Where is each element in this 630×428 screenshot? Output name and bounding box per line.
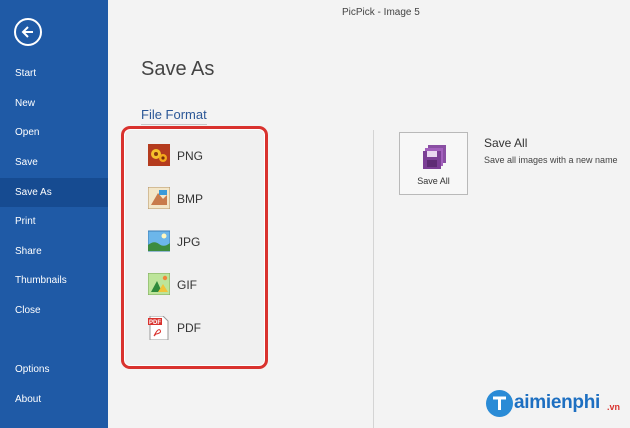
file-format-list: PNG BMP JPG GIF PDF PDF bbox=[121, 126, 268, 369]
sidebar: Start New Open Save Save As Print Share … bbox=[0, 0, 108, 428]
sidebar-item-new[interactable]: New bbox=[0, 89, 108, 118]
gif-icon bbox=[147, 272, 171, 296]
sidebar-item-thumbnails[interactable]: Thumbnails bbox=[0, 266, 108, 295]
sidebar-item-options[interactable]: Options bbox=[0, 355, 108, 384]
sidebar-item-save-as[interactable]: Save As bbox=[0, 178, 108, 207]
sidebar-item-about[interactable]: About bbox=[0, 385, 108, 414]
format-label-bmp: BMP bbox=[177, 192, 204, 206]
format-label-png: PNG bbox=[177, 149, 204, 163]
sidebar-item-close[interactable]: Close bbox=[0, 296, 108, 325]
save-all-title: Save All bbox=[484, 136, 528, 150]
sidebar-item-start[interactable]: Start bbox=[0, 59, 108, 88]
format-label-pdf: PDF bbox=[177, 321, 201, 335]
column-divider bbox=[373, 130, 374, 428]
sidebar-item-print[interactable]: Print bbox=[0, 207, 108, 236]
logo-t-icon bbox=[486, 390, 513, 417]
format-option-png[interactable]: PNG bbox=[145, 141, 255, 173]
format-option-jpg[interactable]: JPG bbox=[145, 227, 255, 259]
sidebar-item-save[interactable]: Save bbox=[0, 148, 108, 177]
page-title: Save As bbox=[141, 58, 215, 80]
save-all-description: Save all images with a new name bbox=[484, 155, 618, 165]
save-all-button[interactable]: Save All bbox=[399, 132, 468, 195]
format-label-gif: GIF bbox=[177, 278, 197, 292]
format-label-jpg: JPG bbox=[177, 235, 201, 249]
save-all-icon bbox=[423, 145, 447, 174]
png-icon bbox=[148, 144, 170, 166]
sidebar-item-share[interactable]: Share bbox=[0, 237, 108, 266]
svg-text:PDF: PDF bbox=[149, 320, 161, 326]
format-option-gif[interactable]: GIF bbox=[145, 270, 255, 302]
file-format-heading: File Format bbox=[141, 107, 207, 125]
format-option-bmp[interactable]: BMP bbox=[145, 184, 255, 216]
sidebar-item-open[interactable]: Open bbox=[0, 118, 108, 147]
window-title: PicPick - Image 5 bbox=[342, 7, 420, 18]
watermark-suffix: .vn bbox=[607, 402, 621, 412]
format-option-pdf[interactable]: PDF PDF bbox=[145, 313, 255, 345]
pdf-icon: PDF bbox=[148, 315, 170, 341]
jpg-icon bbox=[147, 230, 171, 252]
back-arrow-icon[interactable] bbox=[14, 18, 42, 46]
watermark-text: aimienphi bbox=[514, 392, 600, 413]
taimienphi-watermark-logo: aimienphi .vn bbox=[486, 390, 626, 420]
bmp-icon bbox=[147, 186, 171, 210]
save-all-button-label: Save All bbox=[417, 176, 450, 186]
